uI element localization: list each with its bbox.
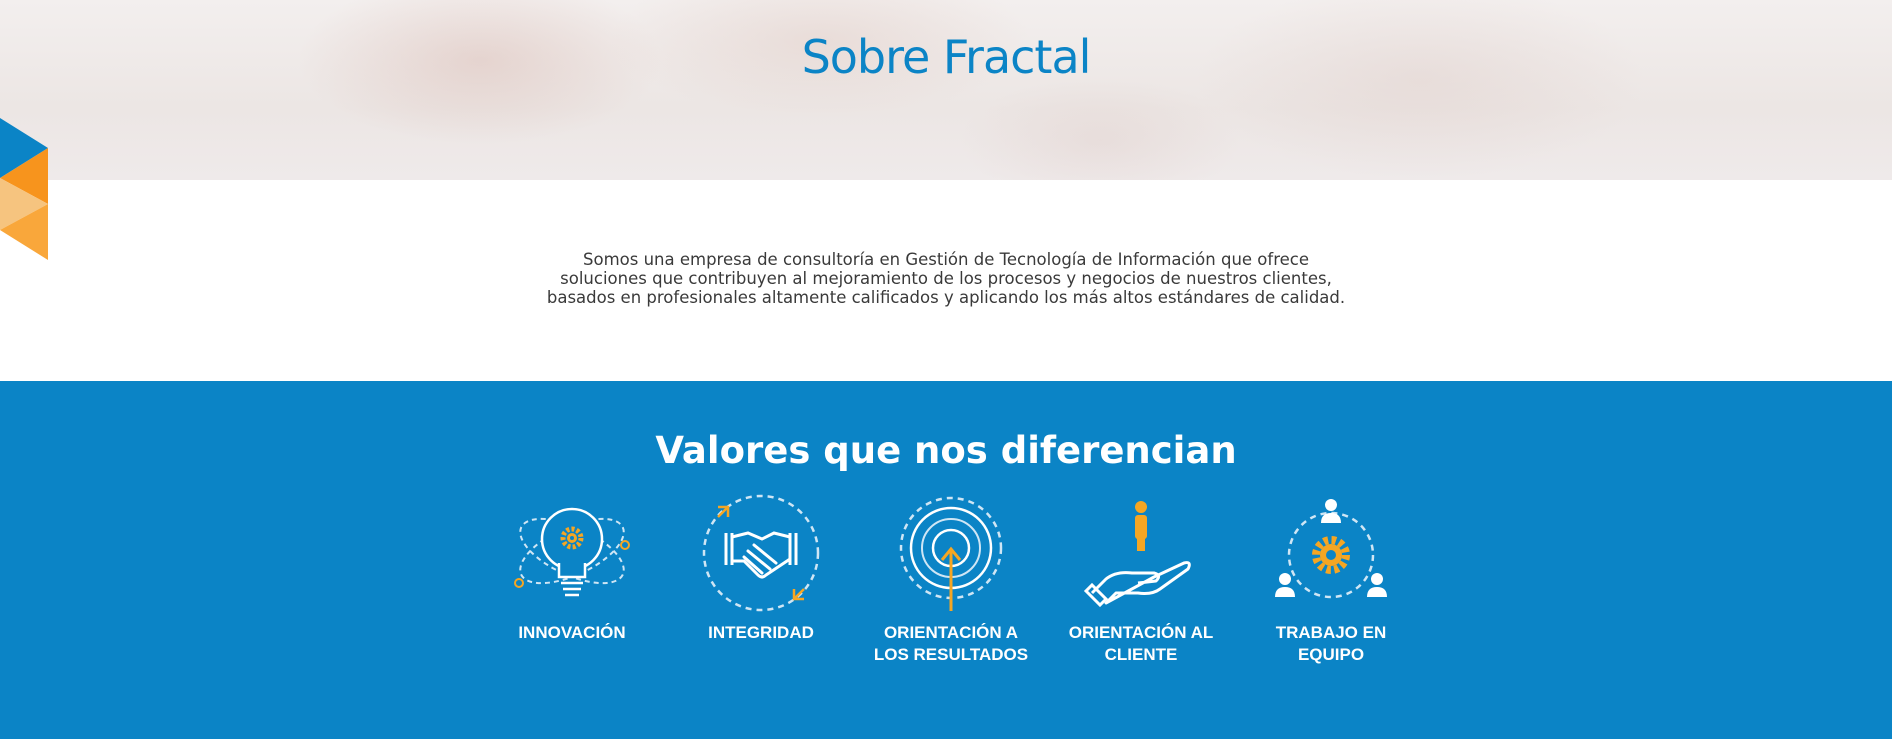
value-orientacion-resultados: ORIENTACIÓN A LOS RESULTADOS — [866, 493, 1036, 666]
values-section: Valores que nos diferencian INNOVACIÓN I… — [0, 381, 1892, 739]
value-trabajo-equipo: TRABAJO EN EQUIPO — [1246, 493, 1416, 666]
intro-line: basados en profesionales altamente calif… — [546, 288, 1346, 307]
page-title: Sobre Fractal — [801, 30, 1092, 84]
value-orientacion-cliente: ORIENTACIÓN AL CLIENTE — [1056, 493, 1226, 666]
value-label: INNOVACIÓN — [518, 623, 626, 642]
intro-line: soluciones que contribuyen al mejoramien… — [560, 269, 1332, 288]
corner-triangles-decoration — [0, 118, 48, 260]
team-gear-icon — [1275, 499, 1387, 599]
hand-person-icon — [1083, 501, 1191, 608]
intro-paragraph: Somos una empresa de consultoría en Gest… — [546, 250, 1346, 307]
value-label: TRABAJO EN EQUIPO — [1275, 623, 1387, 664]
values-title: Valores que nos diferencian — [655, 429, 1237, 472]
intro-line: Somos una empresa de consultoría en Gest… — [583, 250, 1309, 269]
value-label: INTEGRIDAD — [708, 623, 814, 642]
target-arrow-icon — [899, 496, 1003, 611]
value-innovacion: INNOVACIÓN — [487, 493, 657, 644]
value-integridad: INTEGRIDAD — [676, 493, 846, 644]
lightbulb-gear-icon — [514, 507, 630, 597]
value-label: ORIENTACIÓN AL CLIENTE — [1068, 623, 1214, 664]
handshake-icon — [702, 494, 820, 612]
value-label: ORIENTACIÓN A LOS RESULTADOS — [873, 623, 1029, 664]
hero-banner: Sobre Fractal — [0, 0, 1892, 180]
